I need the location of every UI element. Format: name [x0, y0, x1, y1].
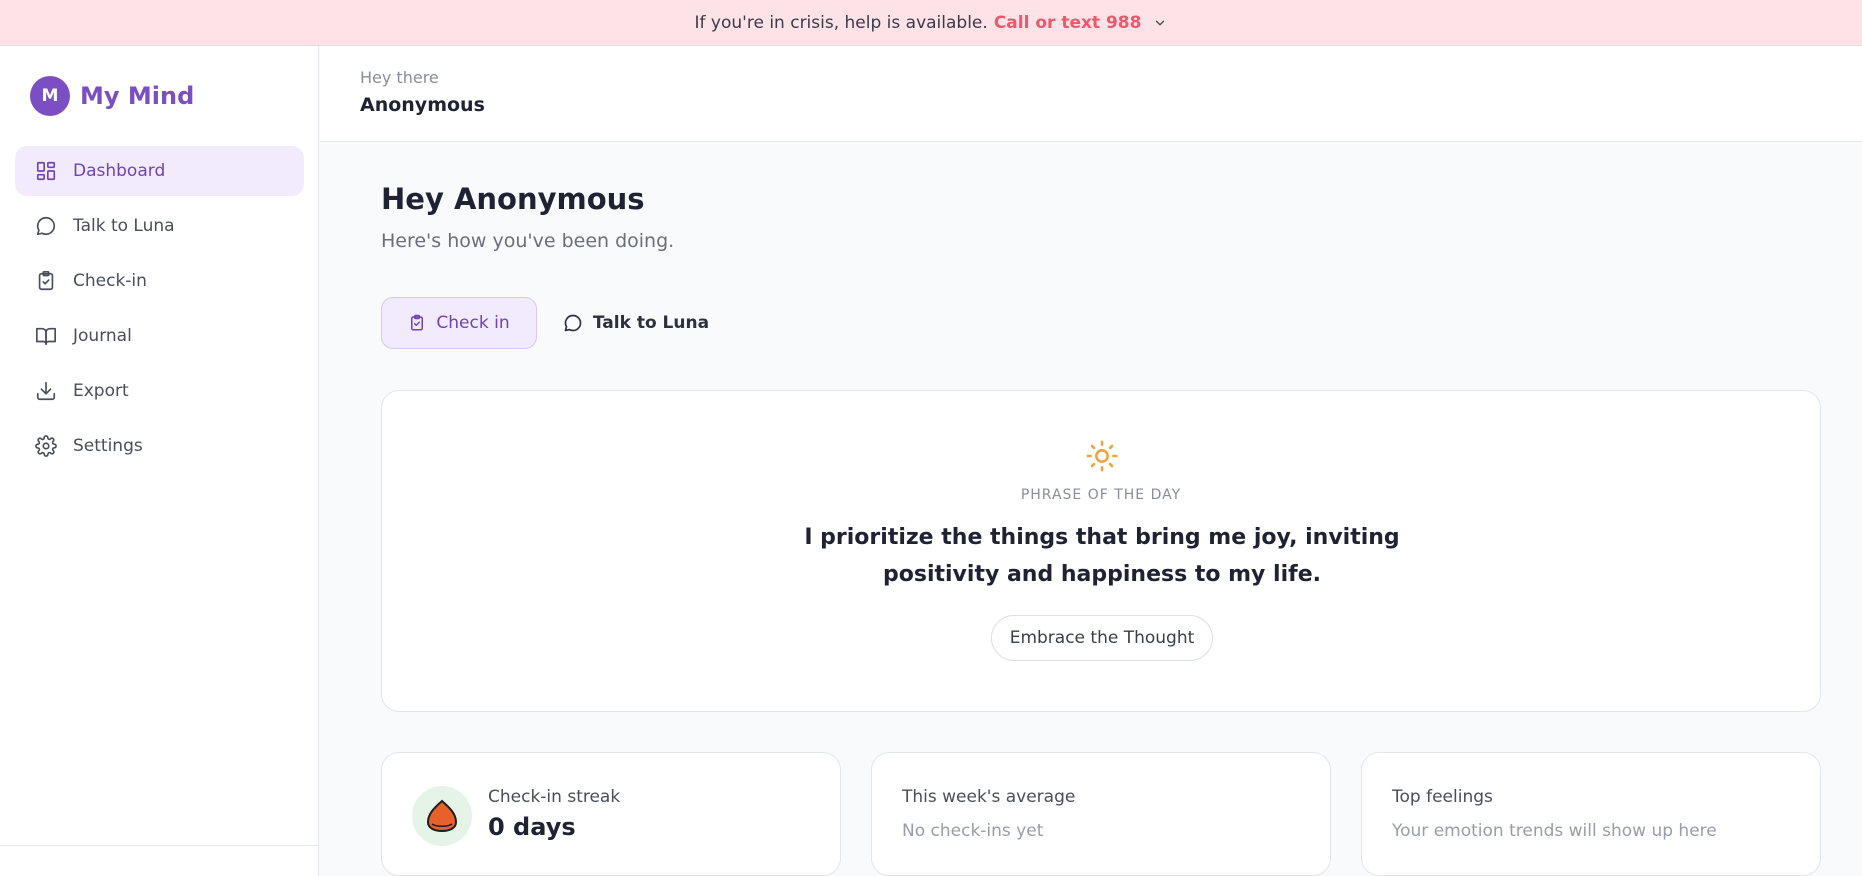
sidebar-item-export[interactable]: Export — [15, 366, 304, 416]
chevron-down-icon[interactable] — [1153, 16, 1167, 30]
sidebar-item-label: Dashboard — [73, 161, 166, 181]
brand-avatar: M — [30, 76, 70, 116]
sidebar-item-label: Export — [73, 381, 129, 401]
crisis-text: If you're in crisis, help is available. — [694, 12, 988, 33]
sidebar-item-check-in[interactable]: Check-in — [15, 256, 304, 306]
crisis-call-link[interactable]: Call or text 988 — [994, 13, 1142, 33]
sidebar-item-talk-to-luna[interactable]: Talk to Luna — [15, 201, 304, 251]
flame-icon — [426, 799, 458, 833]
weekly-average-card: This week's average No check-ins yet — [871, 752, 1331, 876]
brand-name: My Mind — [80, 82, 195, 110]
page-title: Hey Anonymous — [381, 182, 645, 216]
dashboard-icon — [36, 161, 56, 181]
topbar: Hey there Anonymous — [320, 46, 1862, 142]
sidebar-item-journal[interactable]: Journal — [15, 311, 304, 361]
download-icon — [36, 381, 56, 401]
streak-title: Check-in streak — [488, 787, 621, 807]
topbar-greeting: Hey there — [360, 68, 439, 87]
topbar-username: Anonymous — [360, 94, 485, 116]
clipboard-check-icon — [411, 314, 424, 331]
check-in-button-label: Check in — [436, 313, 510, 333]
phrase-of-the-day-card: PHRASE OF THE DAY I prioritize the thing… — [381, 390, 1821, 712]
crisis-banner: If you're in crisis, help is available. … — [0, 0, 1862, 46]
chat-bubble-icon — [36, 216, 55, 236]
weekly-average-value: No check-ins yet — [902, 821, 1044, 841]
top-feelings-title: Top feelings — [1392, 787, 1493, 807]
streak-card: Check-in streak 0 days — [381, 752, 841, 876]
top-feelings-card: Top feelings Your emotion trends will sh… — [1361, 752, 1821, 876]
sun-icon — [1086, 440, 1118, 472]
chat-bubble-icon — [564, 314, 582, 332]
talk-to-luna-button-label: Talk to Luna — [592, 313, 710, 333]
sidebar-item-label: Journal — [73, 326, 132, 346]
talk-to-luna-button[interactable]: Talk to Luna — [556, 297, 716, 349]
sidebar-divider — [0, 845, 319, 846]
weekly-average-title: This week's average — [902, 787, 1076, 807]
sidebar: M My Mind Dashboard Talk to Luna Check-i… — [0, 46, 319, 876]
sidebar-item-label: Talk to Luna — [73, 216, 175, 236]
sidebar-item-settings[interactable]: Settings — [15, 421, 304, 471]
sidebar-item-label: Settings — [73, 436, 143, 456]
streak-icon-badge — [412, 786, 472, 846]
sidebar-item-label: Check-in — [73, 271, 147, 291]
page-subtitle: Here's how you've been doing. — [381, 230, 675, 252]
sidebar-item-dashboard[interactable]: Dashboard — [15, 146, 304, 196]
streak-value: 0 days — [488, 813, 576, 841]
brand[interactable]: M My Mind — [30, 76, 194, 116]
book-icon — [36, 327, 56, 346]
gear-icon — [35, 435, 57, 457]
top-feelings-value: Your emotion trends will show up here — [1392, 821, 1717, 841]
clipboard-check-icon — [38, 271, 54, 291]
sidebar-nav: Dashboard Talk to Luna Check-in Journal … — [15, 146, 304, 476]
phrase-quote: I prioritize the things that bring me jo… — [804, 525, 1400, 587]
embrace-thought-button[interactable]: Embrace the Thought — [991, 615, 1213, 661]
check-in-button[interactable]: Check in — [381, 297, 537, 349]
phrase-label: PHRASE OF THE DAY — [1020, 487, 1182, 503]
